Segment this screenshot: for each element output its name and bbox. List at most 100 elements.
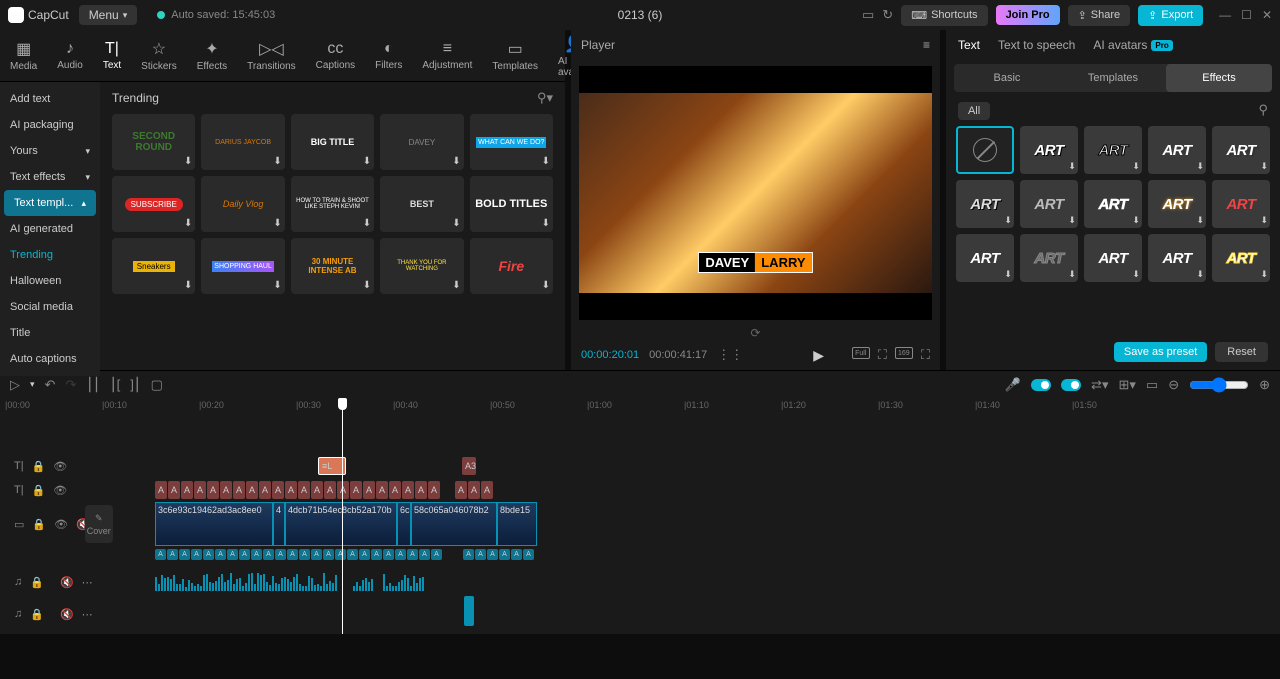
filter-icon[interactable]: ⚲▾ (537, 90, 553, 106)
template-thumb-5[interactable]: SUBSCRIBE⬇ (112, 176, 195, 232)
caption-seg[interactable]: A (487, 549, 498, 560)
text-clip[interactable]: A (337, 481, 349, 499)
caption-seg[interactable]: A (431, 549, 442, 560)
sidebar-item-1[interactable]: AI packaging (0, 112, 100, 138)
save-preset-button[interactable]: Save as preset (1114, 342, 1207, 362)
template-thumb-8[interactable]: BEST⬇ (380, 176, 463, 232)
player-menu-icon[interactable]: ≡ (923, 38, 930, 52)
art-style-1[interactable]: ART⬇ (1020, 126, 1078, 174)
sidebar-item-6[interactable]: Trending (0, 242, 100, 268)
download-icon[interactable]: ⬇ (273, 280, 281, 291)
join-pro-button[interactable]: Join Pro (996, 5, 1060, 25)
download-icon[interactable]: ⬇ (273, 156, 281, 167)
close-icon[interactable]: ✕ (1262, 8, 1272, 22)
shortcuts-button[interactable]: ⌨ Shortcuts (901, 5, 987, 26)
sidebar-item-2[interactable]: Yours▾ (0, 138, 100, 164)
tool-media[interactable]: ▦Media (0, 30, 47, 81)
subtab-effects[interactable]: Effects (1166, 64, 1272, 92)
art-style-9[interactable]: ART⬇ (1212, 180, 1270, 228)
text-clip[interactable]: A (298, 481, 310, 499)
template-thumb-1[interactable]: DARIUS JAYCOB⬇ (201, 114, 284, 170)
menu-button[interactable]: Menu▾ (79, 5, 138, 25)
maximize-icon[interactable]: ☐ (1241, 8, 1252, 22)
full-badge[interactable]: Full (852, 347, 870, 359)
text-clip[interactable]: A (415, 481, 427, 499)
filter-settings-icon[interactable]: ⚲ (1258, 102, 1268, 120)
text-clip[interactable]: A (389, 481, 401, 499)
delete-icon[interactable]: ▢ (151, 377, 163, 393)
text-clip[interactable]: A (285, 481, 297, 499)
text-clip[interactable]: A (376, 481, 388, 499)
caption-seg[interactable]: A (335, 549, 346, 560)
text-clip[interactable]: A (246, 481, 258, 499)
template-thumb-11[interactable]: SHOPPING HAUL⬇ (201, 238, 284, 294)
split-right-icon[interactable]: ]⎮ (130, 377, 140, 393)
caption-seg[interactable]: A (383, 549, 394, 560)
ratio-badge[interactable]: 169 (895, 347, 913, 359)
audio-clip[interactable] (464, 596, 474, 626)
download-icon[interactable]: ⬇ (542, 156, 550, 167)
sidebar-item-4[interactable]: Text templ...▴ (4, 190, 96, 216)
caption-seg[interactable]: A (179, 549, 190, 560)
export-button[interactable]: ⇪ Export (1138, 5, 1203, 26)
template-thumb-3[interactable]: DAVEY⬇ (380, 114, 463, 170)
download-icon[interactable]: ⬇ (542, 218, 550, 229)
text-clip[interactable]: A (455, 481, 467, 499)
link-icon[interactable]: ⇄▾ (1091, 377, 1108, 393)
art-style-7[interactable]: ART⬇ (1084, 180, 1142, 228)
split-icon[interactable]: ⎮⎮ (86, 377, 100, 393)
sidebar-item-7[interactable]: Halloween (0, 268, 100, 294)
art-style-5[interactable]: ART⬇ (956, 180, 1014, 228)
tool-audio[interactable]: ♪Audio (47, 30, 93, 81)
share-button[interactable]: ⇪ Share (1068, 5, 1131, 26)
download-icon[interactable]: ⬇ (452, 280, 460, 291)
text-clip[interactable]: A (194, 481, 206, 499)
caption-seg[interactable]: A (287, 549, 298, 560)
tool-effects[interactable]: ✦Effects (187, 30, 237, 81)
template-thumb-2[interactable]: BIG TITLE⬇ (291, 114, 374, 170)
text-track-1[interactable]: T|🔒👁 ≡ L A3 (0, 454, 1280, 478)
sidebar-item-3[interactable]: Text effects▾ (0, 164, 100, 190)
subtab-basic[interactable]: Basic (954, 64, 1060, 92)
download-icon[interactable]: ⬇ (452, 218, 460, 229)
sidebar-item-10[interactable]: Auto captions (0, 346, 100, 372)
art-style-11[interactable]: ART⬇ (1020, 234, 1078, 282)
tool-templates[interactable]: ▭Templates (482, 30, 548, 81)
text-clip[interactable]: A (181, 481, 193, 499)
caption-seg[interactable]: A (191, 549, 202, 560)
toggle-1[interactable] (1031, 379, 1051, 391)
redo-icon[interactable]: ↷ (65, 377, 76, 393)
caption-seg[interactable]: A (359, 549, 370, 560)
caption-seg[interactable]: A (323, 549, 334, 560)
art-style-13[interactable]: ART⬇ (1148, 234, 1206, 282)
tool-text[interactable]: T|Text (93, 30, 131, 81)
art-style-6[interactable]: ART⬇ (1020, 180, 1078, 228)
caption-seg[interactable]: A (239, 549, 250, 560)
playhead[interactable] (342, 398, 343, 634)
fullscreen-icon[interactable]: ⛶ (921, 347, 930, 363)
text-clip[interactable]: A (311, 481, 323, 499)
tool-filters[interactable]: ◐Filters (365, 30, 412, 81)
text-clip[interactable]: A (324, 481, 336, 499)
tab-text-to-speech[interactable]: Text to speech (998, 38, 1075, 52)
preview-icon[interactable]: ▭ (1146, 377, 1158, 393)
caption-seg[interactable]: A (523, 549, 534, 560)
template-thumb-13[interactable]: THANK YOU FOR WATCHING⬇ (380, 238, 463, 294)
art-style-10[interactable]: ART⬇ (956, 234, 1014, 282)
caption-seg[interactable]: A (371, 549, 382, 560)
art-style-14[interactable]: ART⬇ (1212, 234, 1270, 282)
text-clip[interactable]: A (481, 481, 493, 499)
audio-track-1[interactable]: ♫🔒🔇⋯ (0, 570, 1280, 594)
text-clip[interactable]: A (402, 481, 414, 499)
mic-icon[interactable]: 🎤 (1005, 377, 1021, 393)
tab-text[interactable]: Text (958, 38, 980, 52)
tool-adjustment[interactable]: ≡Adjustment (412, 30, 482, 81)
audio-track-2[interactable]: ♫🔒🔇⋯ (0, 594, 1280, 634)
text-clip[interactable]: A (233, 481, 245, 499)
download-icon[interactable]: ⬇ (184, 280, 192, 291)
caption-seg[interactable]: A (311, 549, 322, 560)
download-icon[interactable]: ⬇ (184, 218, 192, 229)
reset-button[interactable]: Reset (1215, 342, 1268, 362)
caption-seg[interactable]: A (419, 549, 430, 560)
template-thumb-7[interactable]: HOW TO TRAIN & SHOOT LIKE STEPH KEVIN!⬇ (291, 176, 374, 232)
